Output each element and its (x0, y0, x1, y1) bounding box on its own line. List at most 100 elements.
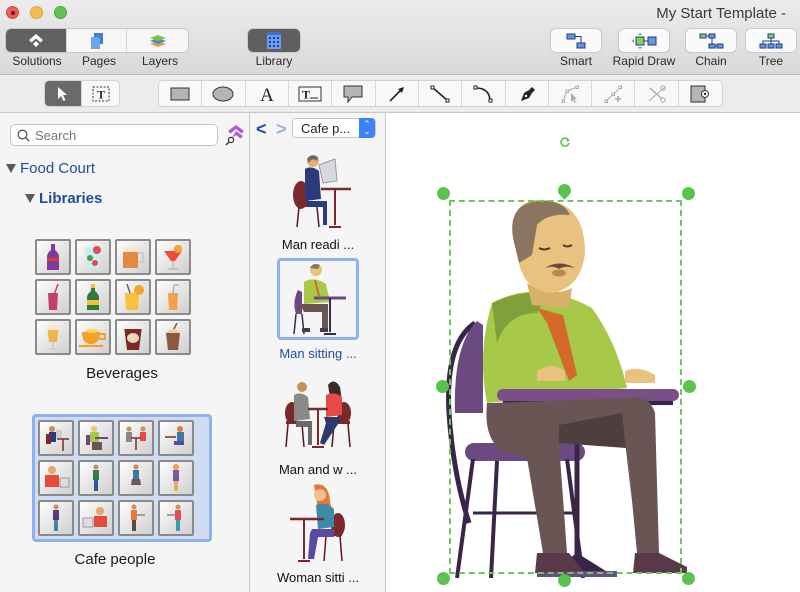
ellipse-tool[interactable] (202, 81, 246, 106)
snapshot-icon (690, 85, 710, 102)
drawing-canvas[interactable] (387, 113, 800, 592)
search-field[interactable] (10, 124, 218, 146)
library-item-label: Man sitting ... (279, 346, 357, 361)
edit-points-tool[interactable] (549, 81, 593, 106)
library-cafe-people[interactable]: Cafe people (32, 414, 212, 568)
library-item-man-and-woman[interactable]: Man and w ... (250, 374, 386, 477)
beer-mug-icon (115, 239, 151, 275)
resize-handle-bottom[interactable] (558, 574, 571, 587)
ellipse-icon (212, 86, 234, 101)
edit-points-icon (561, 85, 579, 103)
callout-icon (343, 85, 363, 103)
resize-handle-bottom-left[interactable] (437, 572, 450, 585)
library-item-label: Woman sitti ... (276, 570, 360, 585)
orange-juice-icon (155, 279, 191, 315)
library-beverages[interactable]: Beverages (35, 239, 209, 382)
smart-label: Smart (559, 54, 592, 68)
disclosure-triangle-icon[interactable] (25, 194, 35, 203)
tree-item-libraries[interactable]: Libraries (25, 190, 102, 207)
solutions-sidebar: Food Court Libraries Beverages (0, 113, 250, 592)
cocktail-icon (155, 239, 191, 275)
pen-icon (520, 86, 535, 101)
rapid-draw-button[interactable] (619, 29, 669, 52)
library-label: Cafe people (74, 551, 156, 568)
tree-label: Tree (758, 54, 784, 68)
pages-button[interactable] (67, 29, 127, 52)
library-item-woman-sitting[interactable]: Woman sitti ... (250, 482, 386, 585)
dropdown-chevron-icon: ⌃ ⌄ (359, 118, 375, 138)
add-point-icon (604, 85, 623, 103)
tree-item-food-court[interactable]: Food Court (6, 160, 95, 177)
disclosure-triangle-icon[interactable] (6, 164, 16, 173)
man-sitting-image (277, 258, 359, 340)
svg-text:T: T (302, 87, 310, 101)
maximize-window-button[interactable] (54, 6, 67, 19)
rectangle-icon (170, 87, 190, 100)
solution-browser-icon (225, 125, 244, 146)
champagne-icon (75, 279, 111, 315)
rotate-handle-icon[interactable] (559, 136, 571, 148)
cut-path-tool[interactable] (635, 81, 679, 106)
library-button[interactable] (248, 29, 300, 52)
solutions-button[interactable] (6, 29, 67, 52)
text-block-icon: T (298, 86, 322, 101)
add-point-tool[interactable] (592, 81, 636, 106)
smart-button[interactable] (551, 29, 601, 52)
chain-icon (699, 33, 724, 48)
resize-handle-left[interactable] (436, 380, 449, 393)
strawberry-drink-icon (75, 239, 111, 275)
smart-connector-icon (566, 33, 586, 48)
resize-handle-top-right[interactable] (682, 187, 695, 200)
woman-sitting-image (277, 482, 359, 564)
view-segmented-control (6, 29, 188, 52)
waiter-thumb (118, 500, 154, 536)
minimize-window-button[interactable] (30, 6, 43, 19)
arrow-tool[interactable] (376, 81, 419, 106)
text-block-tool[interactable]: T (289, 81, 333, 106)
woman-sitting-thumb (158, 420, 194, 456)
layers-label: Layers (141, 54, 179, 68)
library-item-man-sitting[interactable]: Man sitting ... (250, 258, 386, 361)
cashier-man-thumb (38, 460, 74, 496)
title-bar: My Start Template - Solutions Pages Laye… (0, 0, 800, 75)
forward-button[interactable]: > (276, 119, 287, 140)
iced-coffee-icon (155, 319, 191, 355)
pointer-tool[interactable] (45, 81, 82, 106)
scissors-icon (648, 84, 666, 103)
library-item-man-reading[interactable]: Man readi ... (250, 149, 386, 252)
drawing-toolbar: T A T (0, 75, 800, 113)
snapshot-tool[interactable] (679, 81, 722, 106)
text-icon: A (260, 85, 274, 103)
text-select-icon: T (92, 86, 109, 101)
resize-handle-top-left[interactable] (437, 187, 450, 200)
tree-item-label: Food Court (20, 160, 96, 177)
man-reading-thumb (38, 420, 74, 456)
library-icon (267, 32, 281, 49)
rectangle-tool[interactable] (159, 81, 203, 106)
chain-button[interactable] (686, 29, 736, 52)
woman-walking-thumb (118, 460, 154, 496)
soda-bottle-icon (35, 239, 71, 275)
coffee-cup-icon (115, 319, 151, 355)
resize-handle-right[interactable] (683, 380, 696, 393)
woman-standing-thumb (158, 460, 194, 496)
pen-tool[interactable] (506, 81, 549, 106)
text-tool[interactable]: A (246, 81, 289, 106)
close-window-button[interactable] (6, 6, 19, 19)
line-tool[interactable] (419, 81, 463, 106)
tree-button[interactable] (746, 29, 796, 52)
couple-thumb (118, 420, 154, 456)
arc-tool[interactable] (462, 81, 506, 106)
solution-browser-button[interactable] (224, 124, 246, 151)
library-dropdown[interactable]: Cafe p... ⌃ ⌄ (292, 118, 376, 138)
man-reading-image (277, 149, 359, 231)
callout-tool[interactable] (332, 81, 376, 106)
solutions-icon (29, 33, 43, 47)
layers-button[interactable] (127, 29, 188, 52)
berry-juice-icon (35, 279, 71, 315)
resize-handle-bottom-right[interactable] (682, 572, 695, 585)
search-input[interactable] (35, 127, 205, 143)
back-button[interactable]: < (256, 119, 267, 140)
tree-item-label: Libraries (39, 190, 103, 207)
text-box-select-tool[interactable]: T (82, 81, 119, 106)
